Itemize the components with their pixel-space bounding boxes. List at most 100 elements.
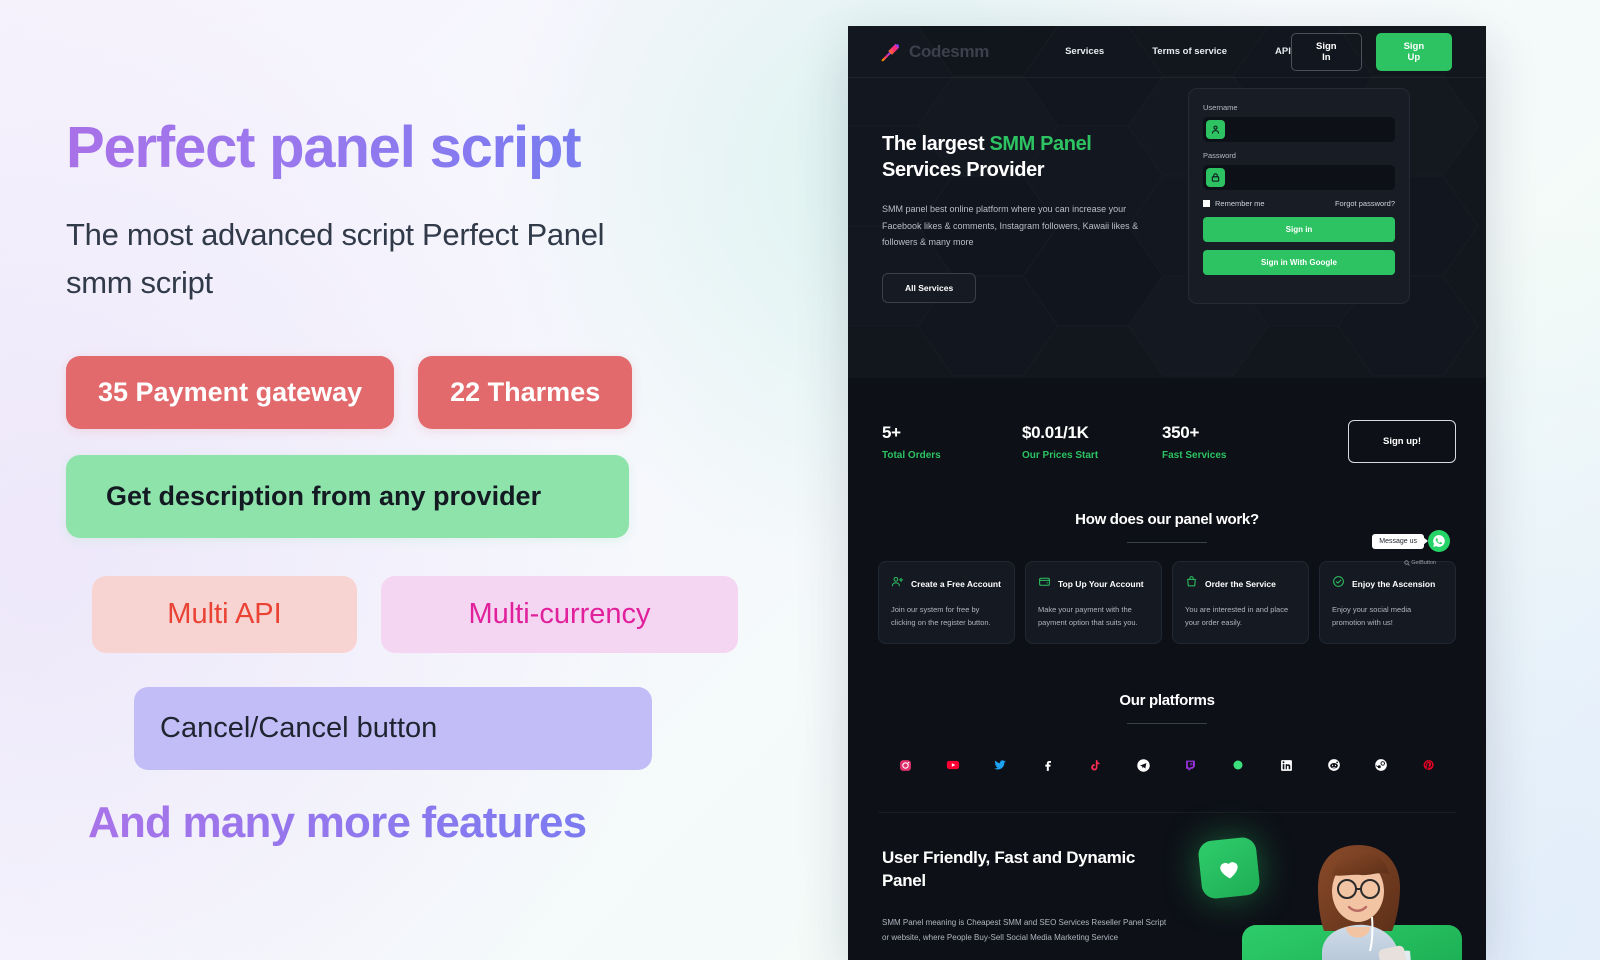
username-field[interactable] [1203, 117, 1395, 142]
hero-heading: The largest SMM Panel Services Provider [882, 132, 1170, 183]
username-label: Username [1203, 103, 1238, 112]
person-photo [1318, 845, 1412, 960]
getbutton-credit: GetButton [1404, 560, 1436, 566]
card-description: Enjoy your social media promotion with u… [1332, 605, 1412, 628]
tiktok-icon[interactable] [1085, 754, 1107, 776]
hero-content: The largest SMM Panel Services Provider … [848, 78, 1486, 304]
stat-label: Fast Services [1162, 449, 1227, 461]
stat-value: 350+ [1162, 422, 1200, 442]
hero-paragraph: SMM panel best online platform where you… [882, 204, 1139, 248]
stat-value: 5+ [882, 422, 901, 442]
password-field[interactable] [1203, 165, 1395, 190]
twitter-icon[interactable] [989, 754, 1011, 776]
feature-tag-row-2: Get description from any provider [66, 454, 760, 538]
steam-icon[interactable] [1370, 754, 1392, 776]
all-services-button[interactable]: All Services [882, 273, 977, 304]
platforms-title: Our platforms [1119, 692, 1215, 710]
pinterest-icon[interactable] [1418, 754, 1440, 776]
linkedin-icon[interactable] [1275, 754, 1297, 776]
password-input[interactable] [1225, 173, 1392, 182]
feature-section: User Friendly, Fast and Dynamic Panel SM… [848, 813, 1486, 960]
promo-panel: Perfect panel script The most advanced s… [0, 0, 760, 960]
remember-me-checkbox[interactable]: Remember me [1203, 199, 1265, 208]
wallet-icon [1038, 575, 1051, 593]
stats-sign-up-button[interactable]: Sign up! [1348, 420, 1456, 463]
platforms-section: Our platforms [848, 692, 1486, 776]
hero-heading-rest: Services Provider [882, 158, 1045, 181]
feature-illustration [1194, 831, 1462, 960]
card-title: Order the Service [1205, 579, 1276, 589]
sign-in-button[interactable]: Sign In [1290, 32, 1362, 71]
smm-panel-website-preview: Codesmm Services Terms of service API Si… [848, 26, 1486, 960]
feature-paragraph: SMM Panel meaning is Cheapest SMM and SE… [882, 918, 1167, 943]
username-input[interactable] [1225, 125, 1392, 134]
how-card-top-up[interactable]: Top Up Your Account Make your payment wi… [1025, 561, 1162, 645]
feature-tag-tharmes: 22 Tharmes [418, 355, 633, 429]
feature-copy: User Friendly, Fast and Dynamic Panel SM… [882, 847, 1182, 945]
nav-link-list: Services Terms of service API [1065, 46, 1291, 57]
card-header: Enjoy the Ascension [1332, 575, 1443, 593]
forgot-password-link[interactable]: Forgot password? [1335, 199, 1395, 208]
stat-label: Total Orders [882, 449, 941, 461]
hero-heading-accent: SMM Panel [989, 133, 1092, 155]
how-it-works-cards: Create a Free Account Join our system fo… [878, 561, 1456, 645]
page-title: Perfect panel script [66, 117, 760, 179]
bag-icon [1185, 575, 1198, 593]
instagram-icon[interactable] [894, 754, 916, 776]
reddit-icon[interactable] [1323, 754, 1345, 776]
stat-prices-start: $0.01/1K Our Prices Start [1022, 423, 1162, 461]
stats-row: 5+ Total Orders $0.01/1K Our Prices Star… [848, 378, 1486, 463]
card-title: Enjoy the Ascension [1352, 579, 1436, 589]
section-divider [1127, 542, 1207, 543]
nav-link-api[interactable]: API [1275, 46, 1291, 57]
nav-link-terms-of-service[interactable]: Terms of service [1152, 46, 1227, 57]
telegram-icon[interactable] [1132, 754, 1154, 776]
card-header: Create a Free Account [891, 575, 1002, 593]
login-submit-button[interactable]: Sign in [1203, 217, 1395, 242]
how-card-create-account[interactable]: Create a Free Account Join our system fo… [878, 561, 1015, 645]
sign-up-button[interactable]: Sign Up [1375, 32, 1452, 71]
whatsapp-chat-widget[interactable]: Message us GetButton [1372, 530, 1450, 566]
feature-heading: User Friendly, Fast and Dynamic Panel [882, 848, 1136, 891]
spotify-icon[interactable] [1227, 754, 1249, 776]
feature-tag-multi-currency: Multi-currency [381, 575, 738, 653]
card-header: Top Up Your Account [1038, 575, 1149, 593]
youtube-icon[interactable] [942, 754, 964, 776]
stat-total-orders: 5+ Total Orders [882, 423, 1022, 461]
twitch-icon[interactable] [1180, 754, 1202, 776]
feature-tag-row-3: Multi API Multi-currency [92, 575, 760, 653]
login-card: Username Password Remember me Forgot pas… [1188, 88, 1410, 304]
how-card-order-service[interactable]: Order the Service You are interested in … [1172, 561, 1309, 645]
card-description: Make your payment with the payment optio… [1038, 605, 1138, 628]
hero-band: Codesmm Services Terms of service API Si… [848, 26, 1486, 378]
feature-tag-row-4: Cancel/Cancel button [134, 686, 760, 770]
card-title: Create a Free Account [911, 579, 1001, 589]
google-sign-in-button[interactable]: Sign in With Google [1203, 250, 1395, 275]
card-title: Top Up Your Account [1058, 579, 1144, 589]
facebook-icon[interactable] [1037, 754, 1059, 776]
card-description: Join our system for free by clicking on … [891, 605, 991, 628]
nav-link-services[interactable]: Services [1065, 46, 1104, 57]
feature-tag-multi-api: Multi API [92, 575, 357, 653]
login-options-row: Remember me Forgot password? [1203, 199, 1395, 208]
section-divider [1127, 723, 1207, 725]
brand-logo[interactable]: Codesmm [880, 41, 989, 63]
user-plus-icon [891, 575, 904, 593]
feature-tag-payment-gateway: 35 Payment gateway [66, 355, 395, 429]
getbutton-credit-text: GetButton [1411, 560, 1436, 566]
whatsapp-icon[interactable] [1428, 530, 1450, 552]
stat-fast-services: 350+ Fast Services [1162, 423, 1302, 461]
whatsapp-tooltip: Message us [1372, 533, 1424, 549]
feature-tag-provider-description: Get description from any provider [66, 454, 629, 538]
how-card-enjoy-ascension[interactable]: Enjoy the Ascension Enjoy your social me… [1319, 561, 1456, 645]
feature-tag-cancel-button: Cancel/Cancel button [134, 686, 652, 770]
heart-icon [1197, 836, 1261, 901]
brand-name: Codesmm [909, 41, 990, 61]
remember-me-label: Remember me [1215, 199, 1265, 208]
checkbox-box [1203, 200, 1210, 207]
hero-copy: The largest SMM Panel Services Provider … [882, 124, 1170, 304]
rocket-logo-icon [881, 43, 900, 61]
platform-icon-row [878, 754, 1456, 776]
top-navigation-bar: Codesmm Services Terms of service API Si… [848, 26, 1486, 78]
lock-icon [1206, 168, 1225, 187]
